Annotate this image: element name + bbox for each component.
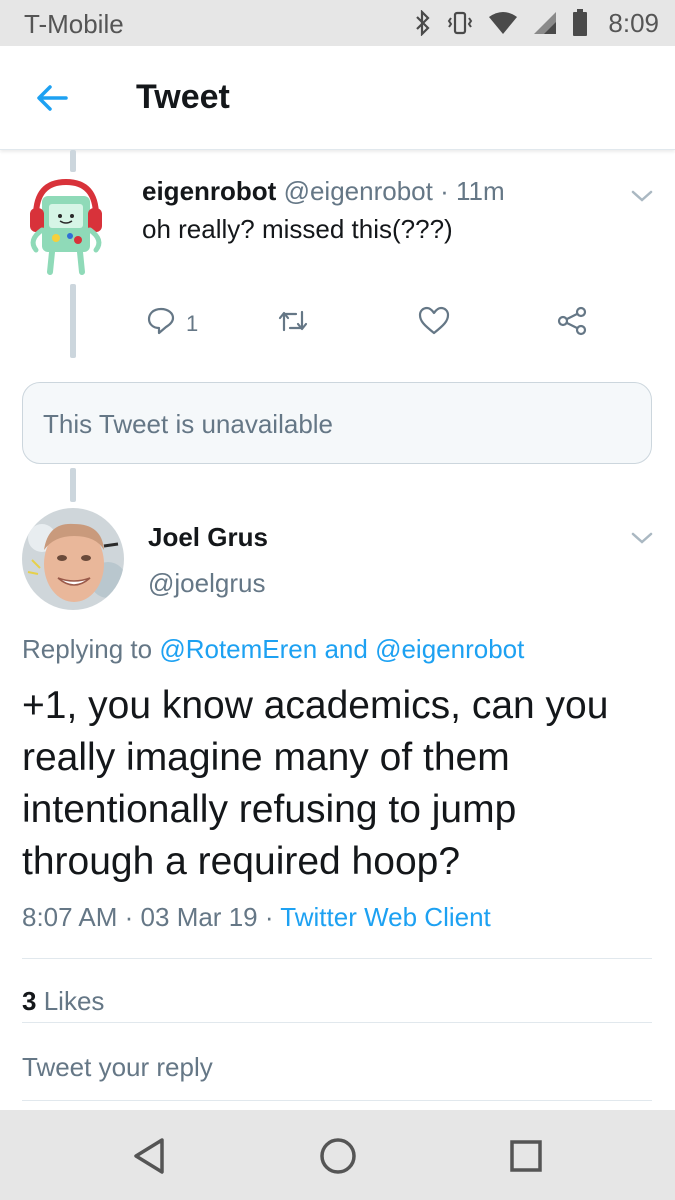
divider bbox=[22, 1022, 652, 1023]
thread-line-middle bbox=[70, 284, 76, 358]
like-icon bbox=[418, 306, 450, 342]
battery-icon bbox=[572, 9, 588, 37]
unavailable-tweet-card: This Tweet is unavailable bbox=[22, 382, 652, 464]
app-header: Tweet bbox=[0, 46, 675, 150]
tweet-time: 8:07 AM bbox=[22, 902, 118, 932]
author-name[interactable]: Joel Grus bbox=[148, 522, 268, 553]
mention-link-rotemeren[interactable]: @RotemEren bbox=[159, 634, 317, 664]
square-recents-icon bbox=[504, 1140, 548, 1182]
tweet-time: 11m bbox=[456, 176, 505, 206]
divider bbox=[22, 1100, 652, 1101]
likes-link[interactable]: 3 Likes bbox=[22, 986, 104, 1017]
author-handle[interactable]: @eigenrobot bbox=[284, 176, 433, 206]
author-name[interactable]: eigenrobot bbox=[142, 176, 276, 206]
vibrate-icon bbox=[446, 10, 474, 36]
thread-line-top bbox=[70, 150, 76, 172]
back-arrow-icon bbox=[30, 85, 74, 124]
tweet-actions: 1 bbox=[146, 306, 596, 340]
replying-to: Replying to @RotemEren and @eigenrobot bbox=[22, 634, 524, 665]
divider bbox=[22, 958, 652, 959]
nav-home-button[interactable] bbox=[316, 1134, 360, 1178]
tweet-header: eigenrobot @eigenrobot · 11m bbox=[142, 176, 505, 207]
signal-icon bbox=[532, 10, 558, 36]
retweet-button[interactable] bbox=[276, 306, 310, 342]
triangle-back-icon bbox=[128, 1138, 172, 1182]
retweet-icon bbox=[276, 306, 310, 342]
like-button[interactable] bbox=[418, 306, 450, 342]
tweet-text: +1, you know academics, can you really i… bbox=[22, 684, 609, 883]
thread-line-bottom bbox=[70, 468, 76, 502]
tweet-menu-button[interactable] bbox=[628, 528, 656, 548]
likes-label: Likes bbox=[43, 986, 105, 1016]
replying-and[interactable]: and bbox=[324, 634, 367, 664]
carrier-label: T-Mobile bbox=[24, 9, 124, 39]
separator: · bbox=[264, 902, 274, 932]
reply-count: 1 bbox=[186, 311, 199, 336]
clock: 8:09 bbox=[608, 7, 659, 38]
wifi-icon bbox=[488, 11, 518, 35]
reply-button[interactable]: 1 bbox=[146, 306, 198, 342]
share-button[interactable] bbox=[556, 306, 588, 342]
share-icon bbox=[556, 306, 588, 342]
likes-count: 3 bbox=[22, 986, 37, 1016]
reply-icon bbox=[146, 306, 176, 342]
tweet-date: 03 Mar 19 bbox=[140, 902, 258, 932]
mention-link-eigenrobot[interactable]: @eigenrobot bbox=[375, 634, 524, 664]
chevron-down-icon bbox=[628, 190, 656, 210]
unavailable-text: This Tweet is unavailable bbox=[43, 409, 334, 439]
tweet-menu-button[interactable] bbox=[628, 186, 656, 206]
separator: · bbox=[124, 902, 134, 932]
status-bar: T-Mobile 8:09 bbox=[0, 0, 675, 46]
avatar[interactable] bbox=[22, 176, 110, 280]
reply-input[interactable]: Tweet your reply bbox=[22, 1052, 213, 1083]
replying-prefix: Replying to bbox=[22, 634, 153, 664]
separator: · bbox=[440, 176, 449, 206]
circle-home-icon bbox=[316, 1138, 360, 1182]
avatar[interactable] bbox=[22, 508, 124, 610]
tweet-meta: 8:07 AM · 03 Mar 19 · Twitter Web Client bbox=[22, 902, 491, 933]
bluetooth-icon bbox=[414, 10, 432, 36]
status-icons: 8:09 bbox=[414, 8, 659, 38]
nav-recents-button[interactable] bbox=[504, 1134, 548, 1178]
tweet-text: oh really? missed this(???) bbox=[142, 214, 453, 244]
chevron-down-icon bbox=[628, 532, 656, 552]
author-handle[interactable]: @joelgrus bbox=[148, 568, 265, 599]
navigation-bar bbox=[0, 1110, 675, 1200]
client-link[interactable]: Twitter Web Client bbox=[280, 902, 490, 932]
nav-back-button[interactable] bbox=[128, 1134, 172, 1178]
back-button[interactable] bbox=[30, 76, 74, 120]
page-title: Tweet bbox=[136, 78, 230, 116]
